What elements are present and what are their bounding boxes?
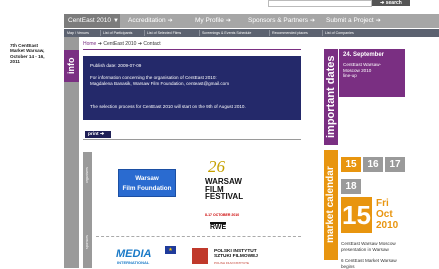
- logo-text: Warsaw: [135, 175, 159, 182]
- arrow-right-icon: ➔: [167, 18, 173, 24]
- print-label: print: [88, 132, 99, 137]
- calendar-day-15[interactable]: 15: [341, 157, 361, 172]
- breadcrumb: Home ➔ CentEast 2010 ➔ Contact: [83, 41, 161, 48]
- nav-label: Accreditation: [128, 17, 166, 24]
- pisf-logo-icon[interactable]: [192, 248, 208, 264]
- search-arrow-icon: ➔: [380, 0, 385, 6]
- subnav-participants[interactable]: List of Participants: [103, 29, 132, 37]
- arrow-right-icon: ➔: [137, 41, 143, 47]
- news-title[interactable]: CentEast Warsaw- Moscow 2010 line-up: [343, 62, 403, 79]
- news-title-line: line-up: [343, 73, 357, 79]
- dashed-divider: [96, 236, 301, 237]
- breadcrumb-divider: [83, 49, 301, 50]
- selected-weekday: Fri: [376, 198, 389, 209]
- selection-note: The selection process for CentEast 2010 …: [90, 104, 246, 109]
- important-dates-label: important dates: [325, 55, 337, 139]
- arrow-right-icon: ➔: [100, 132, 105, 137]
- media-logo[interactable]: MEDIA: [116, 248, 151, 260]
- subnav-map-venues[interactable]: Map / Venues: [67, 29, 89, 37]
- organisers-label: organisers: [85, 167, 89, 183]
- subnav-divider: [269, 30, 270, 36]
- sub-nav: Map / Venues List of Participants List o…: [64, 29, 439, 37]
- nav-sponsors-partners[interactable]: Sponsors & Partners ➔: [248, 14, 315, 28]
- content-box: Publish date: 2009-07-09 For information…: [83, 56, 301, 120]
- nav-label: My Profile: [195, 17, 224, 24]
- search-button[interactable]: ➔ search: [372, 0, 410, 6]
- contact-info-line: Magdalena Banasik, Warsaw Film Foundatio…: [90, 81, 230, 86]
- calendar-day-17[interactable]: 17: [385, 157, 405, 172]
- calendar-event[interactable]: 6 CentEast Market Warsaw begins: [341, 258, 407, 269]
- nav-label: CentEast 2010: [68, 17, 112, 24]
- subnav-divider: [199, 30, 200, 36]
- selected-month: Oct: [376, 209, 393, 220]
- calendar-day-18[interactable]: 18: [341, 179, 361, 194]
- sponsors-label: sponsors: [85, 235, 89, 249]
- calendar-event[interactable]: CentEast Warsaw Moscow presentation in W…: [341, 241, 407, 252]
- arrow-right-icon: ➔: [97, 41, 102, 47]
- arrow-right-icon: ➔: [225, 18, 231, 24]
- arrow-right-icon: ➔: [309, 18, 316, 24]
- rwe-logo[interactable]: RWE: [210, 222, 227, 231]
- warsaw-film-foundation-logo[interactable]: Warsaw Film Foundation: [118, 169, 176, 197]
- festival-dates: 8-17 OCTOBER 2010: [205, 213, 240, 217]
- media-subtitle: INTERNATIONAL: [117, 260, 150, 265]
- eu-flag-icon: ★: [165, 246, 176, 254]
- event-info: 7th CentEast Market Warsaw, October 14 -…: [10, 43, 62, 65]
- subnav-recommended[interactable]: Recommended places: [272, 29, 308, 37]
- breadcrumb-section[interactable]: CentEast 2010: [103, 41, 136, 47]
- nav-centeast-2010[interactable]: CentEast 2010 ▼: [64, 14, 120, 28]
- publish-date: Publish date: 2009-07-09: [90, 63, 142, 68]
- subnav-screenings[interactable]: Screenings & Events Schedule: [202, 29, 251, 37]
- market-calendar-label: market calendar: [325, 166, 336, 244]
- breadcrumb-home[interactable]: Home: [83, 41, 96, 47]
- breadcrumb-current: Contact: [143, 41, 161, 47]
- pisf-logo-text: POLSKI INSTYTUT SZTUKI FILMOWEJ: [214, 249, 258, 260]
- main-nav: CentEast 2010 ▼ Accreditation ➔ My Profile…: [64, 14, 439, 28]
- logo-text: Film Foundation: [122, 185, 172, 192]
- nav-accreditation[interactable]: Accreditation ➔: [128, 14, 173, 28]
- search-button-label: search: [385, 0, 402, 6]
- search-input[interactable]: [268, 0, 372, 7]
- selected-year: 2010: [376, 220, 399, 231]
- festival-number-logo: 26: [208, 157, 225, 176]
- warsaw-film-festival-logo[interactable]: WARSAW FILM FESTIVAL: [205, 178, 243, 201]
- subnav-companies[interactable]: List of Companies: [325, 29, 354, 37]
- chevron-down-icon: ▼: [113, 18, 119, 24]
- news-date: 24. September: [343, 52, 385, 58]
- nav-label: Sponsors & Partners: [248, 17, 308, 24]
- logo-text: SZTUKI FILMOWEJ: [214, 254, 258, 260]
- logo-text: FESTIVAL: [205, 192, 244, 202]
- print-button[interactable]: print ➔: [85, 131, 111, 138]
- subnav-selected-films[interactable]: List of Selected Films: [147, 29, 181, 37]
- calendar-day-16[interactable]: 16: [363, 157, 383, 172]
- divider: [83, 139, 301, 140]
- pisf-english-name: POLISH FILM INSTITUTE: [214, 261, 250, 265]
- nav-my-profile[interactable]: My Profile ➔: [195, 14, 231, 28]
- event-info-line: 2011: [10, 59, 20, 65]
- selected-day: 15: [341, 197, 372, 233]
- subnav-divider: [100, 30, 101, 36]
- nav-label: Submit a Project: [326, 17, 374, 24]
- info-label: info: [66, 57, 76, 75]
- contact-info-line: For information concerning the organisat…: [90, 75, 217, 80]
- subnav-divider: [144, 30, 145, 36]
- arrow-right-icon: ➔: [375, 18, 381, 24]
- subnav-divider: [322, 30, 323, 36]
- nav-submit-project[interactable]: Submit a Project ➔: [326, 14, 381, 28]
